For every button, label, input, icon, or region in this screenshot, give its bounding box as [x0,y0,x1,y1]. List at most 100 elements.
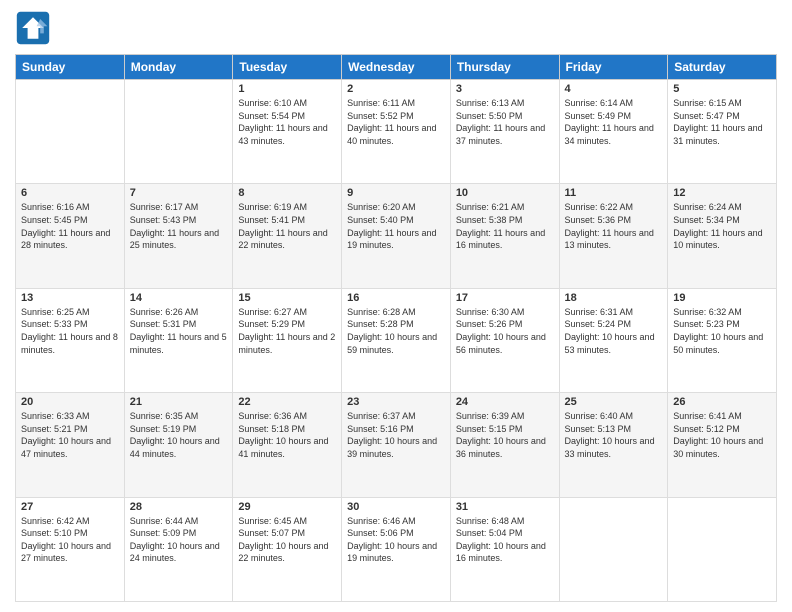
day-info: Sunrise: 6:30 AM Sunset: 5:26 PM Dayligh… [456,306,554,356]
sunset: Sunset: 5:50 PM [456,111,523,121]
day-number: 4 [565,83,663,95]
calendar-cell: 5 Sunrise: 6:15 AM Sunset: 5:47 PM Dayli… [668,80,777,184]
calendar-header-row: SundayMondayTuesdayWednesdayThursdayFrid… [16,55,777,80]
calendar-cell: 16 Sunrise: 6:28 AM Sunset: 5:28 PM Dayl… [342,288,451,392]
day-info: Sunrise: 6:48 AM Sunset: 5:04 PM Dayligh… [456,515,554,565]
calendar-cell [668,497,777,601]
day-info: Sunrise: 6:10 AM Sunset: 5:54 PM Dayligh… [238,97,336,147]
daylight: Daylight: 11 hours and 2 minutes. [238,332,335,355]
calendar-cell: 15 Sunrise: 6:27 AM Sunset: 5:29 PM Dayl… [233,288,342,392]
sunrise: Sunrise: 6:45 AM [238,516,307,526]
sunset: Sunset: 5:07 PM [238,528,305,538]
sunset: Sunset: 5:24 PM [565,319,632,329]
calendar-header-saturday: Saturday [668,55,777,80]
sunrise: Sunrise: 6:14 AM [565,98,634,108]
sunrise: Sunrise: 6:25 AM [21,307,90,317]
day-info: Sunrise: 6:14 AM Sunset: 5:49 PM Dayligh… [565,97,663,147]
daylight: Daylight: 11 hours and 13 minutes. [565,228,654,251]
calendar-cell: 9 Sunrise: 6:20 AM Sunset: 5:40 PM Dayli… [342,184,451,288]
sunrise: Sunrise: 6:20 AM [347,202,416,212]
calendar-header-tuesday: Tuesday [233,55,342,80]
day-number: 19 [673,292,771,304]
sunset: Sunset: 5:26 PM [456,319,523,329]
daylight: Daylight: 11 hours and 31 minutes. [673,123,762,146]
daylight: Daylight: 10 hours and 39 minutes. [347,436,437,459]
sunset: Sunset: 5:23 PM [673,319,740,329]
day-info: Sunrise: 6:36 AM Sunset: 5:18 PM Dayligh… [238,410,336,460]
calendar-cell: 23 Sunrise: 6:37 AM Sunset: 5:16 PM Dayl… [342,393,451,497]
day-number: 25 [565,396,663,408]
sunrise: Sunrise: 6:21 AM [456,202,525,212]
daylight: Daylight: 10 hours and 47 minutes. [21,436,111,459]
sunset: Sunset: 5:33 PM [21,319,88,329]
daylight: Daylight: 10 hours and 41 minutes. [238,436,328,459]
calendar-header-sunday: Sunday [16,55,125,80]
calendar-cell: 24 Sunrise: 6:39 AM Sunset: 5:15 PM Dayl… [450,393,559,497]
sunset: Sunset: 5:16 PM [347,424,414,434]
day-number: 28 [130,501,228,513]
daylight: Daylight: 11 hours and 5 minutes. [130,332,227,355]
day-number: 22 [238,396,336,408]
sunrise: Sunrise: 6:17 AM [130,202,199,212]
day-info: Sunrise: 6:32 AM Sunset: 5:23 PM Dayligh… [673,306,771,356]
sunset: Sunset: 5:49 PM [565,111,632,121]
day-number: 21 [130,396,228,408]
sunset: Sunset: 5:09 PM [130,528,197,538]
sunrise: Sunrise: 6:30 AM [456,307,525,317]
sunset: Sunset: 5:15 PM [456,424,523,434]
daylight: Daylight: 10 hours and 53 minutes. [565,332,655,355]
day-number: 11 [565,187,663,199]
calendar-cell: 13 Sunrise: 6:25 AM Sunset: 5:33 PM Dayl… [16,288,125,392]
logo-icon [15,10,51,46]
sunrise: Sunrise: 6:42 AM [21,516,90,526]
daylight: Daylight: 10 hours and 36 minutes. [456,436,546,459]
calendar-cell: 29 Sunrise: 6:45 AM Sunset: 5:07 PM Dayl… [233,497,342,601]
calendar-cell: 19 Sunrise: 6:32 AM Sunset: 5:23 PM Dayl… [668,288,777,392]
calendar-cell: 21 Sunrise: 6:35 AM Sunset: 5:19 PM Dayl… [124,393,233,497]
day-info: Sunrise: 6:22 AM Sunset: 5:36 PM Dayligh… [565,201,663,251]
daylight: Daylight: 11 hours and 34 minutes. [565,123,654,146]
day-number: 14 [130,292,228,304]
calendar-cell: 8 Sunrise: 6:19 AM Sunset: 5:41 PM Dayli… [233,184,342,288]
calendar-week-row: 1 Sunrise: 6:10 AM Sunset: 5:54 PM Dayli… [16,80,777,184]
day-info: Sunrise: 6:17 AM Sunset: 5:43 PM Dayligh… [130,201,228,251]
sunrise: Sunrise: 6:33 AM [21,411,90,421]
daylight: Daylight: 10 hours and 59 minutes. [347,332,437,355]
sunrise: Sunrise: 6:15 AM [673,98,742,108]
daylight: Daylight: 11 hours and 25 minutes. [130,228,219,251]
sunrise: Sunrise: 6:48 AM [456,516,525,526]
sunset: Sunset: 5:43 PM [130,215,197,225]
day-info: Sunrise: 6:35 AM Sunset: 5:19 PM Dayligh… [130,410,228,460]
day-number: 29 [238,501,336,513]
calendar-cell: 3 Sunrise: 6:13 AM Sunset: 5:50 PM Dayli… [450,80,559,184]
sunset: Sunset: 5:41 PM [238,215,305,225]
calendar-cell: 26 Sunrise: 6:41 AM Sunset: 5:12 PM Dayl… [668,393,777,497]
daylight: Daylight: 10 hours and 30 minutes. [673,436,763,459]
daylight: Daylight: 11 hours and 10 minutes. [673,228,762,251]
day-number: 23 [347,396,445,408]
sunset: Sunset: 5:18 PM [238,424,305,434]
sunrise: Sunrise: 6:10 AM [238,98,307,108]
sunrise: Sunrise: 6:22 AM [565,202,634,212]
day-info: Sunrise: 6:39 AM Sunset: 5:15 PM Dayligh… [456,410,554,460]
sunset: Sunset: 5:31 PM [130,319,197,329]
sunrise: Sunrise: 6:32 AM [673,307,742,317]
sunset: Sunset: 5:36 PM [565,215,632,225]
sunset: Sunset: 5:10 PM [21,528,88,538]
sunrise: Sunrise: 6:46 AM [347,516,416,526]
daylight: Daylight: 10 hours and 56 minutes. [456,332,546,355]
day-number: 3 [456,83,554,95]
day-info: Sunrise: 6:41 AM Sunset: 5:12 PM Dayligh… [673,410,771,460]
calendar-cell: 1 Sunrise: 6:10 AM Sunset: 5:54 PM Dayli… [233,80,342,184]
daylight: Daylight: 10 hours and 44 minutes. [130,436,220,459]
calendar-cell [124,80,233,184]
day-info: Sunrise: 6:46 AM Sunset: 5:06 PM Dayligh… [347,515,445,565]
calendar-cell: 7 Sunrise: 6:17 AM Sunset: 5:43 PM Dayli… [124,184,233,288]
sunset: Sunset: 5:04 PM [456,528,523,538]
day-info: Sunrise: 6:27 AM Sunset: 5:29 PM Dayligh… [238,306,336,356]
daylight: Daylight: 10 hours and 16 minutes. [456,541,546,564]
day-info: Sunrise: 6:13 AM Sunset: 5:50 PM Dayligh… [456,97,554,147]
sunset: Sunset: 5:28 PM [347,319,414,329]
calendar-cell: 20 Sunrise: 6:33 AM Sunset: 5:21 PM Dayl… [16,393,125,497]
calendar-week-row: 6 Sunrise: 6:16 AM Sunset: 5:45 PM Dayli… [16,184,777,288]
